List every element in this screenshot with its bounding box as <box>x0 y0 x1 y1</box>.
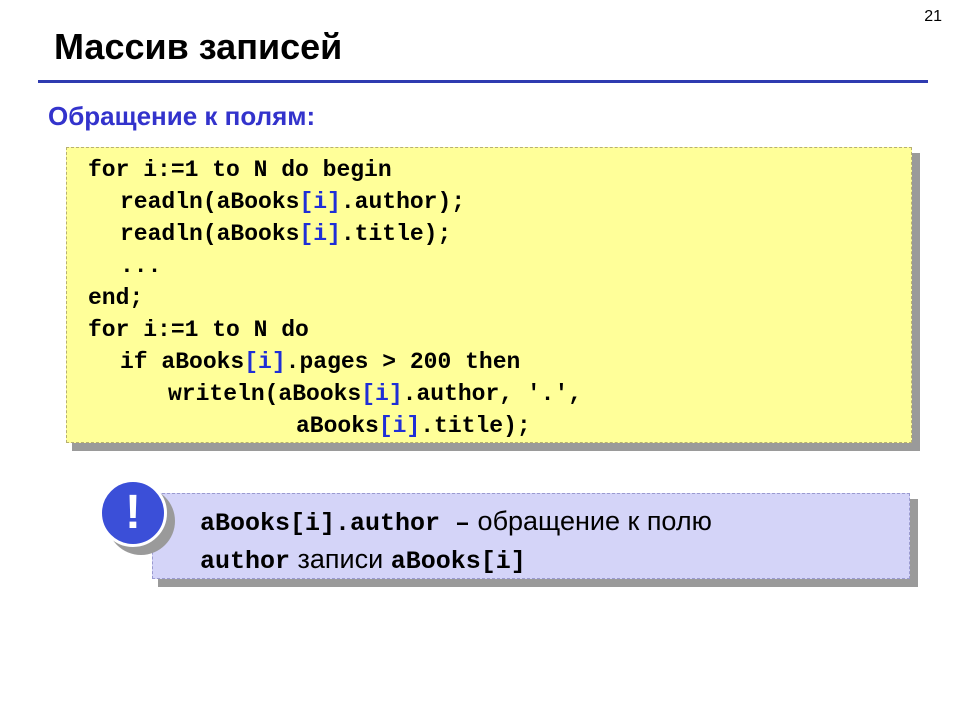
code-block: for i:=1 to N do begin readln(aBooks[i].… <box>66 147 912 443</box>
note-line: author записи aBooks[i] <box>200 544 526 576</box>
code-line: writeln(aBooks[i].author, '.', <box>168 381 583 407</box>
index-highlight: [i] <box>361 381 403 407</box>
code-line: if aBooks[i].pages > 200 then <box>120 349 521 375</box>
note-line: aBooks[i].author – обращение к полю <box>200 506 712 538</box>
code-line: for i:=1 to N do begin <box>88 157 392 183</box>
title-divider <box>38 80 928 83</box>
index-highlight: [i] <box>378 413 421 439</box>
code-line: for i:=1 to N do <box>88 317 309 343</box>
page-number: 21 <box>924 8 942 25</box>
code-line: end; <box>88 285 144 311</box>
code-line: readln(aBooks[i].author); <box>120 189 466 215</box>
slide-title: Массив записей <box>54 26 343 67</box>
index-highlight: [i] <box>299 189 341 215</box>
section-subtitle: Обращение к полям: <box>48 101 316 131</box>
note-field: author <box>200 547 291 576</box>
index-highlight: [i] <box>299 221 341 247</box>
index-highlight: [i] <box>244 349 286 375</box>
code-line: aBooks[i].title); <box>296 413 531 439</box>
note-record: aBooks[i] <box>390 547 526 576</box>
exclamation-icon: ! <box>99 479 167 547</box>
code-line: readln(aBooks[i].title); <box>120 221 452 247</box>
code-line: ... <box>120 253 162 279</box>
note-expression: aBooks[i].author – <box>200 509 471 538</box>
